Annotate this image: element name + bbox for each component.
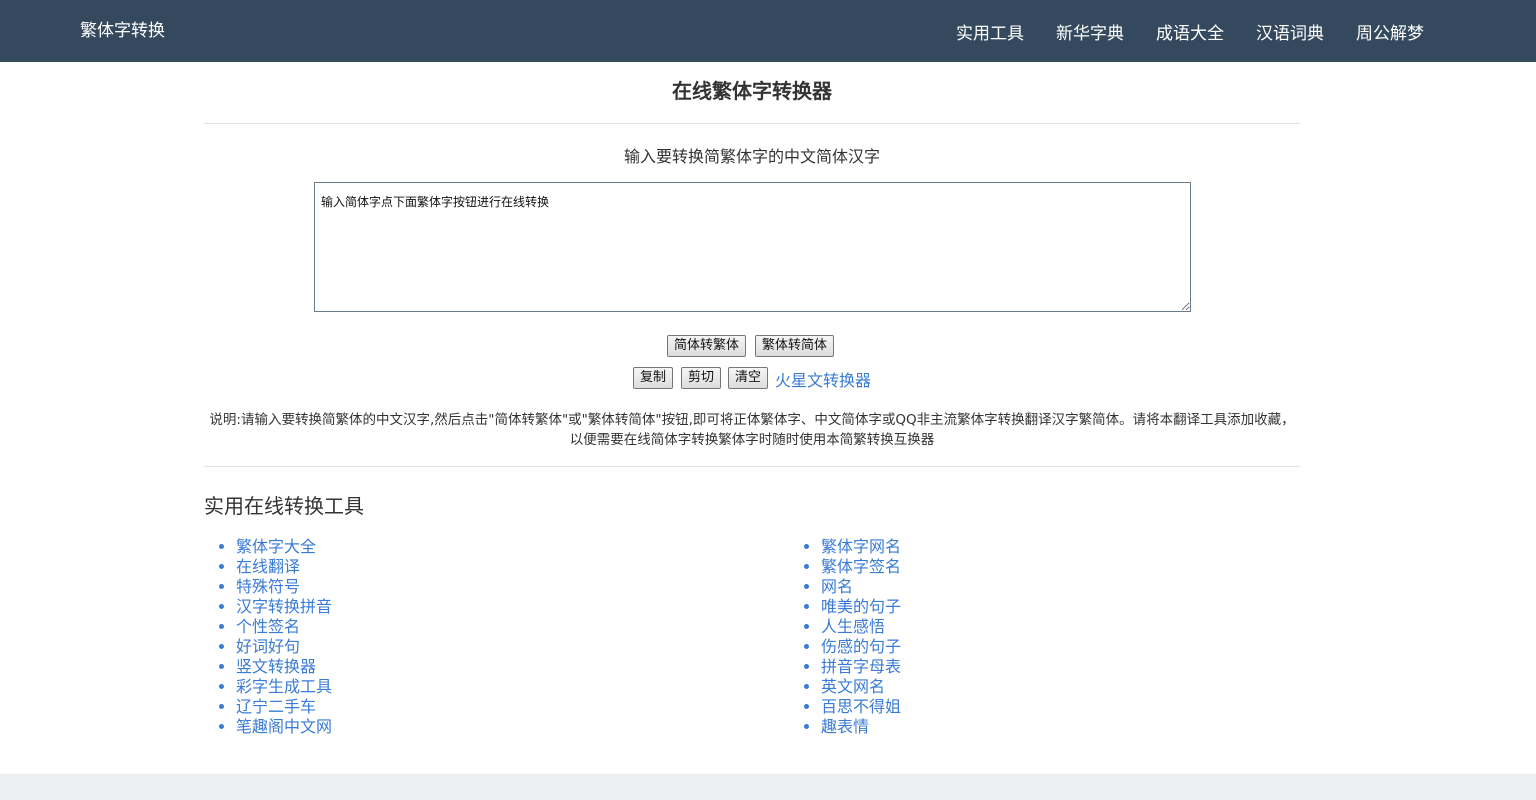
list-item: 人生感悟 <box>821 617 901 637</box>
list-item: 百思不得姐 <box>821 697 901 717</box>
brand-link[interactable]: 繁体字转换 <box>80 0 165 62</box>
list-item: 辽宁二手车 <box>236 697 332 717</box>
tool-link[interactable]: 个性签名 <box>236 617 300 636</box>
list-item: 英文网名 <box>821 677 901 697</box>
list-item: 汉字转换拼音 <box>236 597 332 617</box>
tool-link[interactable]: 英文网名 <box>821 677 885 696</box>
list-item: 趣表情 <box>821 717 901 737</box>
list-item: 个性签名 <box>236 617 332 637</box>
list-item: 特殊符号 <box>236 577 332 597</box>
list-item: 彩字生成工具 <box>236 677 332 697</box>
clear-button[interactable]: 清空 <box>728 367 769 389</box>
conversion-textarea[interactable]: 输入简体字点下面繁体字按钮进行在线转换 <box>314 182 1191 312</box>
list-item: 繁体字大全 <box>236 537 332 557</box>
traditional-to-simplified-button[interactable]: 繁体转简体 <box>755 335 835 357</box>
input-label: 输入要转换简繁体字的中文简体汉字 <box>623 147 880 166</box>
tool-link[interactable]: 趣表情 <box>821 717 869 736</box>
nav-link-tools[interactable]: 实用工具 <box>956 19 1024 44</box>
tool-link[interactable]: 网名 <box>821 577 853 596</box>
list-item: 在线翻译 <box>236 557 332 577</box>
tools-list-left: 繁体字大全 在线翻译 特殊符号 汉字转换拼音 个性签名 好词好句 竖文转换器 彩… <box>204 537 332 737</box>
nav-links: 实用工具 新华字典 成语大全 汉语词典 周公解梦 <box>924 0 1424 62</box>
tool-link[interactable]: 伤感的句子 <box>821 637 901 656</box>
tool-link[interactable]: 辽宁二手车 <box>236 697 316 716</box>
main-container: 在线繁体字转换器 输入要转换简繁体字的中文简体汉字 输入简体字点下面繁体字按钮进… <box>204 62 1300 736</box>
tool-link[interactable]: 好词好句 <box>236 637 300 656</box>
nav-link-dictionary[interactable]: 新华字典 <box>1056 19 1124 44</box>
tool-link[interactable]: 百思不得姐 <box>821 697 901 716</box>
tool-link[interactable]: 特殊符号 <box>236 577 300 596</box>
tool-link[interactable]: 在线翻译 <box>236 557 300 576</box>
tool-link[interactable]: 汉字转换拼音 <box>236 597 332 616</box>
list-item: 伤感的句子 <box>821 637 901 657</box>
tools-section-title: 实用在线转换工具 <box>204 494 364 518</box>
list-item: 拼音字母表 <box>821 657 901 677</box>
tool-link[interactable]: 繁体字签名 <box>821 557 901 576</box>
list-item: 笔趣阁中文网 <box>236 717 332 737</box>
page-title: 在线繁体字转换器 <box>672 79 832 103</box>
nav-link-word-dictionary[interactable]: 汉语词典 <box>1256 19 1324 44</box>
tool-link[interactable]: 繁体字网名 <box>821 537 901 556</box>
copy-button[interactable]: 复制 <box>633 367 674 389</box>
tool-link[interactable]: 拼音字母表 <box>821 657 901 676</box>
mars-text-converter-link[interactable]: 火星文转换器 <box>775 367 871 391</box>
tool-link[interactable]: 笔趣阁中文网 <box>236 717 332 736</box>
list-item: 繁体字签名 <box>821 557 901 577</box>
simplified-to-traditional-button[interactable]: 简体转繁体 <box>667 335 747 357</box>
tool-link[interactable]: 繁体字大全 <box>236 537 316 556</box>
cut-button[interactable]: 剪切 <box>681 367 722 389</box>
list-item: 好词好句 <box>236 637 332 657</box>
navbar: 繁体字转换 实用工具 新华字典 成语大全 汉语词典 周公解梦 <box>0 0 1536 62</box>
list-item: 繁体字网名 <box>821 537 901 557</box>
list-item: 唯美的句子 <box>821 597 901 617</box>
tools-list-right: 繁体字网名 繁体字签名 网名 唯美的句子 人生感悟 伤感的句子 拼音字母表 英文… <box>789 537 901 737</box>
tool-link[interactable]: 竖文转换器 <box>236 657 316 676</box>
description-text: 说明:请输入要转换简繁体的中文汉字,然后点击"简体转繁体"或"繁体转简体"按钮,… <box>209 412 1295 448</box>
nav-link-idioms[interactable]: 成语大全 <box>1156 19 1224 44</box>
tool-link[interactable]: 人生感悟 <box>821 617 885 636</box>
divider <box>204 466 1300 467</box>
list-item: 网名 <box>821 577 901 597</box>
footer <box>0 774 1536 800</box>
tool-link[interactable]: 唯美的句子 <box>821 597 901 616</box>
nav-link-dream-interpretation[interactable]: 周公解梦 <box>1356 19 1424 44</box>
divider <box>204 123 1300 124</box>
tool-link[interactable]: 彩字生成工具 <box>236 677 332 696</box>
list-item: 竖文转换器 <box>236 657 332 677</box>
